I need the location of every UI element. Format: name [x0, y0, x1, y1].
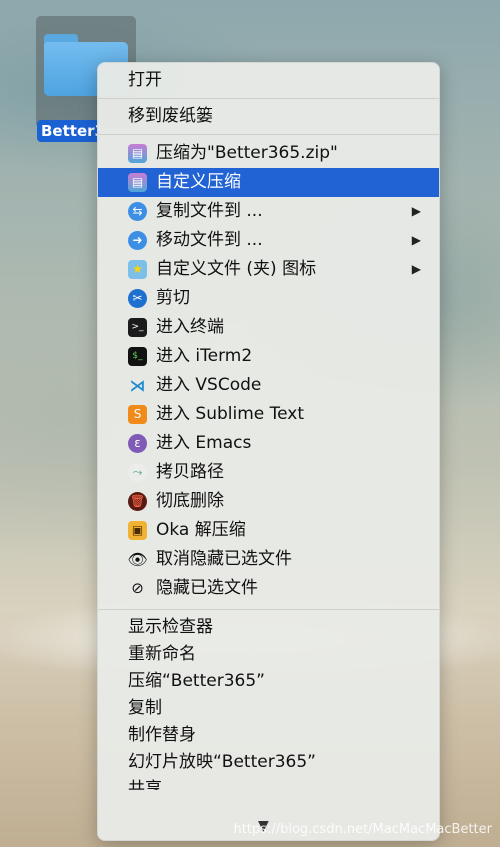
menu-item-rename[interactable]: 重新命名	[98, 641, 439, 668]
terminal-icon: >_	[128, 318, 147, 337]
submenu-arrow-icon: ▶	[411, 233, 421, 247]
copy-arrows-icon: ⇆	[128, 202, 147, 221]
menu-item-compress-zip[interactable]: ▤ 压缩为"Better365.zip"	[98, 139, 439, 168]
scissors-icon: ✂	[128, 289, 147, 308]
watermark: https://blog.csdn.net/MacMacMacBetter	[233, 822, 492, 837]
vscode-icon: ⋊	[129, 376, 146, 395]
menu-item-cut[interactable]: ✂ 剪切	[98, 284, 439, 313]
menu-item-custom-icon[interactable]: ★ 自定义文件 (夹) 图标 ▶	[98, 255, 439, 284]
menu-item-delete-permanently[interactable]: 🗑 彻底删除	[98, 487, 439, 516]
menu-item-iterm2[interactable]: $_ 进入 iTerm2	[98, 342, 439, 371]
menu-separator	[98, 134, 439, 135]
menu-item-oka-unzip[interactable]: ▣ Oka 解压缩	[98, 516, 439, 545]
menu-item-duplicate[interactable]: 复制	[98, 695, 439, 722]
menu-item-copy-path[interactable]: ⤳ 拷贝路径	[98, 458, 439, 487]
move-arrow-icon: ➜	[128, 231, 147, 250]
oka-icon: ▣	[128, 521, 147, 540]
rar-stack-icon: ▤	[128, 144, 147, 163]
menu-item-sublime[interactable]: S 进入 Sublime Text	[98, 400, 439, 429]
menu-item-show-inspector[interactable]: 显示检查器	[98, 614, 439, 641]
sublime-icon: S	[128, 405, 147, 424]
menu-item-copy-to[interactable]: ⇆ 复制文件到 ... ▶	[98, 197, 439, 226]
folder-name-label[interactable]: Better365	[37, 120, 101, 142]
menu-item-terminal[interactable]: >_ 进入终端	[98, 313, 439, 342]
menu-item-share[interactable]: 共享	[98, 776, 439, 790]
menu-item-move-to[interactable]: ➜ 移动文件到 ... ▶	[98, 226, 439, 255]
rar-stack-icon: ▤	[128, 173, 147, 192]
eye-hidden-icon: ⊘	[131, 579, 144, 597]
menu-item-move-to-trash[interactable]: 移到废纸篓	[98, 103, 439, 130]
menu-item-compress[interactable]: 压缩“Better365”	[98, 668, 439, 695]
trash-icon: 🗑	[128, 492, 147, 511]
menu-item-emacs[interactable]: ε 进入 Emacs	[98, 429, 439, 458]
menu-item-hide-files[interactable]: ⊘ 隐藏已选文件	[98, 574, 439, 603]
menu-item-vscode[interactable]: ⋊ 进入 VSCode	[98, 371, 439, 400]
menu-separator	[98, 609, 439, 610]
eye-icon: 👁	[127, 550, 148, 569]
emacs-icon: ε	[128, 434, 147, 453]
path-icon: ⤳	[128, 463, 147, 482]
submenu-arrow-icon: ▶	[411, 204, 421, 218]
menu-item-open[interactable]: 打开	[98, 67, 439, 94]
menu-item-unhide-files[interactable]: 👁 取消隐藏已选文件	[98, 545, 439, 574]
menu-item-slideshow[interactable]: 幻灯片放映“Better365”	[98, 749, 439, 776]
submenu-arrow-icon: ▶	[411, 262, 421, 276]
menu-separator	[98, 98, 439, 99]
menu-item-make-alias[interactable]: 制作替身	[98, 722, 439, 749]
menu-item-custom-compress[interactable]: ▤ 自定义压缩	[98, 168, 439, 197]
star-folder-icon: ★	[128, 260, 147, 279]
context-menu: 打开 移到废纸篓 ▤ 压缩为"Better365.zip" ▤ 自定义压缩 ⇆ …	[97, 62, 440, 841]
iterm-icon: $_	[128, 347, 147, 366]
